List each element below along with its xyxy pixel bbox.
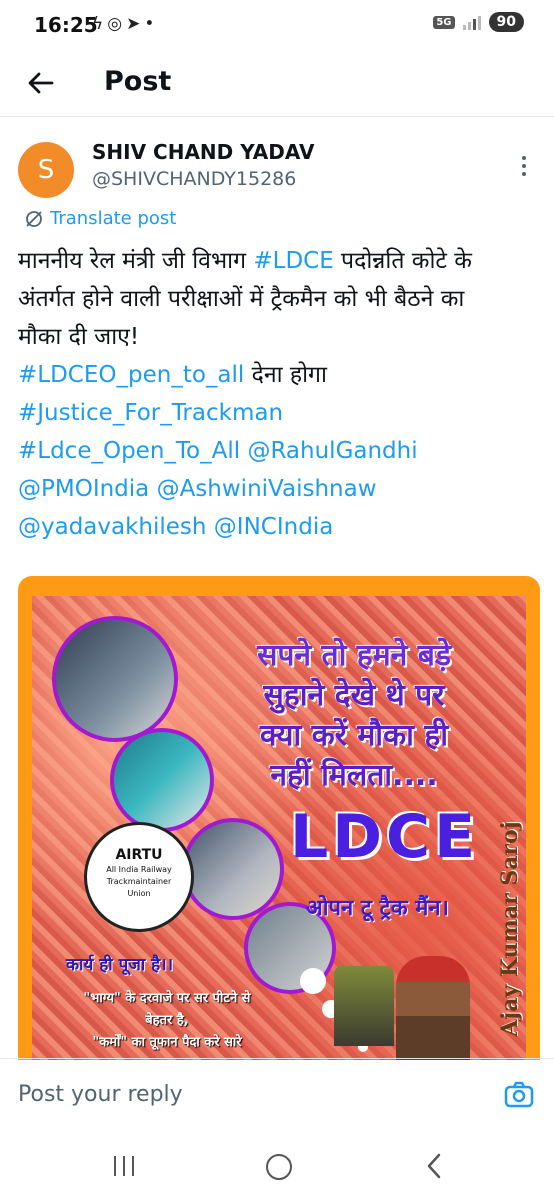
poster-author-name: Ajay Kumar Saroj <box>490 806 526 1056</box>
mention-link[interactable]: @RahulGandhi <box>240 438 417 464</box>
recent-apps-icon[interactable] <box>112 1156 136 1176</box>
page-title: Post <box>104 66 172 97</box>
body-text: माननीय रेल मंत्री जी विभाग <box>18 248 254 274</box>
author-handle[interactable]: @SHIVCHANDY15286 <box>92 168 296 190</box>
poster-author-text: Ajay Kumar Saroj <box>497 821 523 1037</box>
reply-divider <box>0 1058 554 1059</box>
body-text: पदोन्नति कोटे के <box>333 248 472 274</box>
hashtag-link[interactable]: #Ldce_Open_To_All <box>18 438 240 464</box>
headline-line: सपने तो हमने बड़े <box>257 638 451 673</box>
poster: सपने तो हमने बड़े सुहाने देखे थे पर क्या… <box>32 596 526 1060</box>
bolt-icon: ϟ <box>92 14 108 34</box>
translate-post-link[interactable]: Translate post <box>24 208 176 229</box>
back-icon[interactable] <box>424 1152 444 1180</box>
poster-headline: सपने तो हमने बड़े सुहाने देखे थे पर क्या… <box>204 636 504 796</box>
home-icon[interactable] <box>266 1154 292 1180</box>
quote-line: बेहतर है, <box>145 1013 189 1028</box>
network-badge: 5G <box>433 15 455 29</box>
system-nav-bar <box>0 1130 554 1200</box>
headline-line: नहीं मिलता.... <box>270 758 438 793</box>
camera-icon[interactable] <box>504 1080 534 1110</box>
post-text: माननीय रेल मंत्री जी विभाग #LDCE पदोन्नत… <box>18 242 540 546</box>
author-name[interactable]: SHIV CHAND YADAV <box>92 140 314 164</box>
union-logo-sub: Trackmaintainer <box>106 877 172 886</box>
more-options-icon[interactable] <box>516 152 532 186</box>
body-text: मौका दी जाए! <box>18 324 140 350</box>
battery-icon: 90 <box>488 12 524 32</box>
photo-train-staff <box>110 728 214 832</box>
photo-office-staff <box>182 818 284 920</box>
union-logo: AIRTU All India Railway Trackmaintainer … <box>84 822 194 932</box>
mention-link[interactable]: @yadavakhilesh <box>18 514 207 540</box>
avatar[interactable]: S <box>18 142 74 198</box>
trackman-photo <box>396 956 470 1060</box>
hashtag-link[interactable]: #LDCEO_pen_to_all <box>18 362 244 388</box>
whatsapp-icon: ◎ <box>107 14 127 34</box>
reply-input[interactable]: Post your reply <box>18 1082 183 1107</box>
poster-quote: "भाग्य" के दरवाजे पर सर पीटने से बेहतर ह… <box>62 988 272 1054</box>
union-logo-sub: Union <box>127 889 151 898</box>
notification-icons: ϟ◎➤• <box>92 14 158 34</box>
header-divider <box>0 116 554 117</box>
mention-link[interactable]: @PMOIndia <box>18 476 149 502</box>
quote-line: "कर्मों" का तूफान पैदा करे सारे <box>92 1035 242 1050</box>
headline-line: सुहाने देखे थे पर <box>263 678 445 713</box>
poster-subtext: ओपन टू ट्रैक मैंन। <box>306 896 449 921</box>
status-bar: 16:25 ϟ◎➤• 5G 90 <box>0 0 554 52</box>
headline-line: क्या करें मौका ही <box>259 718 449 753</box>
telegram-icon: ➤ <box>126 14 145 34</box>
photo-control-room <box>52 616 178 742</box>
back-arrow-icon[interactable] <box>26 68 56 98</box>
status-right: 5G 90 <box>433 12 524 32</box>
top-app-bar: Post <box>0 52 554 116</box>
mention-link[interactable]: @AshwiniVaishnaw <box>149 476 377 502</box>
quote-line: "भाग्य" के दरवाजे पर सर पीटने से <box>83 991 251 1006</box>
hashtag-link[interactable]: #LDCE <box>253 248 333 274</box>
dot-icon: • <box>144 14 159 34</box>
body-text: देना होगा <box>244 362 327 388</box>
status-time: 16:25 <box>34 13 98 37</box>
union-logo-sub: All India Railway <box>106 865 172 874</box>
post-image[interactable]: सपने तो हमने बड़े सुहाने देखे थे पर क्या… <box>18 576 540 1060</box>
hashtag-link[interactable]: #Justice_For_Trackman <box>18 400 283 426</box>
translate-label: Translate post <box>50 208 177 229</box>
poster-big-text: LDCE <box>290 802 480 872</box>
thought-bubble <box>300 968 326 994</box>
train-photo <box>334 966 394 1046</box>
union-logo-title: AIRTU <box>115 847 163 863</box>
mention-link[interactable]: @INCIndia <box>207 514 334 540</box>
poster-slogan: कार्य ही पूजा है।। <box>66 955 174 975</box>
translate-icon <box>26 210 42 227</box>
body-text: अंतर्गत होने वाली परीक्षाओं में ट्रैकमैन… <box>18 286 465 312</box>
signal-icon <box>462 14 481 30</box>
